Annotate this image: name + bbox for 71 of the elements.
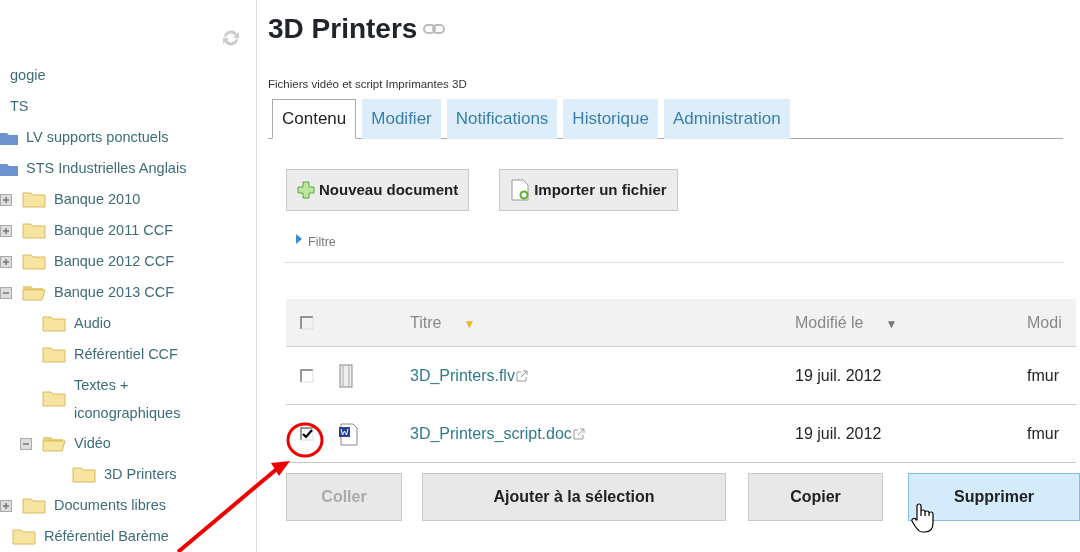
filter-toggle[interactable]: Filtre [308, 233, 336, 252]
tree-item[interactable]: Banque 2013 CCF [54, 281, 175, 304]
tree-item[interactable]: Audio [74, 312, 112, 335]
page-title: 3D Printers [268, 12, 418, 46]
tree-item[interactable]: STS Industrielles Anglais [26, 157, 187, 180]
folder-icon [72, 466, 96, 483]
row-checkbox[interactable] [300, 427, 314, 442]
file-link[interactable]: 3D_Printers.flv [410, 366, 515, 384]
tree-item[interactable]: gogie [10, 64, 46, 87]
folder-icon [12, 528, 36, 545]
word-document-icon [338, 421, 358, 446]
import-file-button[interactable]: Importer un fichier [499, 168, 678, 212]
table-cell-text: 19 juil. 2012 [795, 365, 883, 386]
folder-icon [22, 497, 46, 514]
folder-icon [42, 315, 66, 332]
tree-item[interactable]: Banque 2010 [54, 188, 141, 211]
tab[interactable]: Modifier [362, 99, 441, 139]
new-document-button[interactable]: Nouveau document [286, 168, 470, 212]
expand-arrow-icon[interactable] [296, 233, 302, 244]
file-icon [338, 363, 354, 388]
hand-cursor-icon [911, 503, 934, 533]
tree-item[interactable]: Documents libres [54, 494, 166, 517]
select-all-checkbox[interactable] [300, 316, 314, 331]
tree-item[interactable]: Banque 2012 CCF [54, 250, 175, 273]
tree-item[interactable]: 3D Printers [104, 463, 177, 486]
plus-icon [297, 181, 315, 199]
action-button[interactable]: Copier [748, 473, 883, 521]
folder-icon [22, 191, 46, 208]
expand-icon[interactable] [0, 255, 12, 268]
file-link[interactable]: 3D_Printers_script.doc [410, 424, 572, 442]
expand-icon[interactable] [0, 499, 12, 512]
tree-item[interactable]: Textes + iconographiques [74, 371, 204, 427]
folder-icon [22, 253, 46, 270]
tab[interactable]: Historique [563, 99, 658, 139]
column-header[interactable]: Titre [410, 313, 442, 331]
collapse-icon[interactable] [20, 437, 32, 450]
link-icon[interactable] [423, 24, 446, 34]
table-cell-text: fmur [1027, 423, 1060, 444]
collapse-icon[interactable] [0, 286, 12, 299]
folder-icon [42, 346, 66, 363]
tree-item[interactable]: Vidéo [74, 432, 111, 455]
tab[interactable]: Contenu [272, 99, 357, 139]
document-icon [510, 179, 531, 201]
page-description: Fichiers vidéo et script Imprimantes 3D [268, 77, 468, 92]
expand-icon[interactable] [0, 224, 12, 237]
table-cell-text: fmur [1027, 365, 1060, 386]
refresh-icon[interactable] [220, 28, 242, 48]
tab[interactable]: Notifications [446, 99, 558, 139]
folder-icon [0, 161, 18, 176]
tree-item[interactable]: Référentiel CCF [74, 343, 178, 366]
action-button[interactable]: Ajouter à la sélection [422, 473, 726, 521]
tree-item[interactable]: Référentiel Barème [44, 525, 169, 548]
tree-item[interactable]: TS [10, 95, 29, 118]
row-checkbox[interactable] [300, 369, 314, 384]
external-link-icon[interactable] [514, 369, 529, 384]
open-folder-icon [22, 284, 46, 301]
tab[interactable]: Administration [663, 99, 790, 139]
folder-icon [0, 130, 18, 145]
table-cell-text: 19 juil. 2012 [795, 423, 883, 444]
tree-item[interactable]: Banque 2011 CCF [54, 219, 174, 242]
column-header[interactable]: Modifié le [795, 313, 864, 331]
column-header[interactable]: Modi [1027, 313, 1062, 331]
sort-arrow[interactable]: ▼ [885, 316, 898, 331]
folder-icon [42, 391, 66, 407]
tree-item[interactable]: LV supports ponctuels [26, 126, 169, 149]
external-link-icon[interactable] [571, 427, 586, 442]
folder-icon [22, 222, 46, 239]
expand-icon[interactable] [0, 193, 12, 206]
action-button[interactable]: Supprimer [908, 473, 1080, 521]
open-folder-icon [42, 435, 66, 452]
highlight-circle [286, 422, 324, 458]
